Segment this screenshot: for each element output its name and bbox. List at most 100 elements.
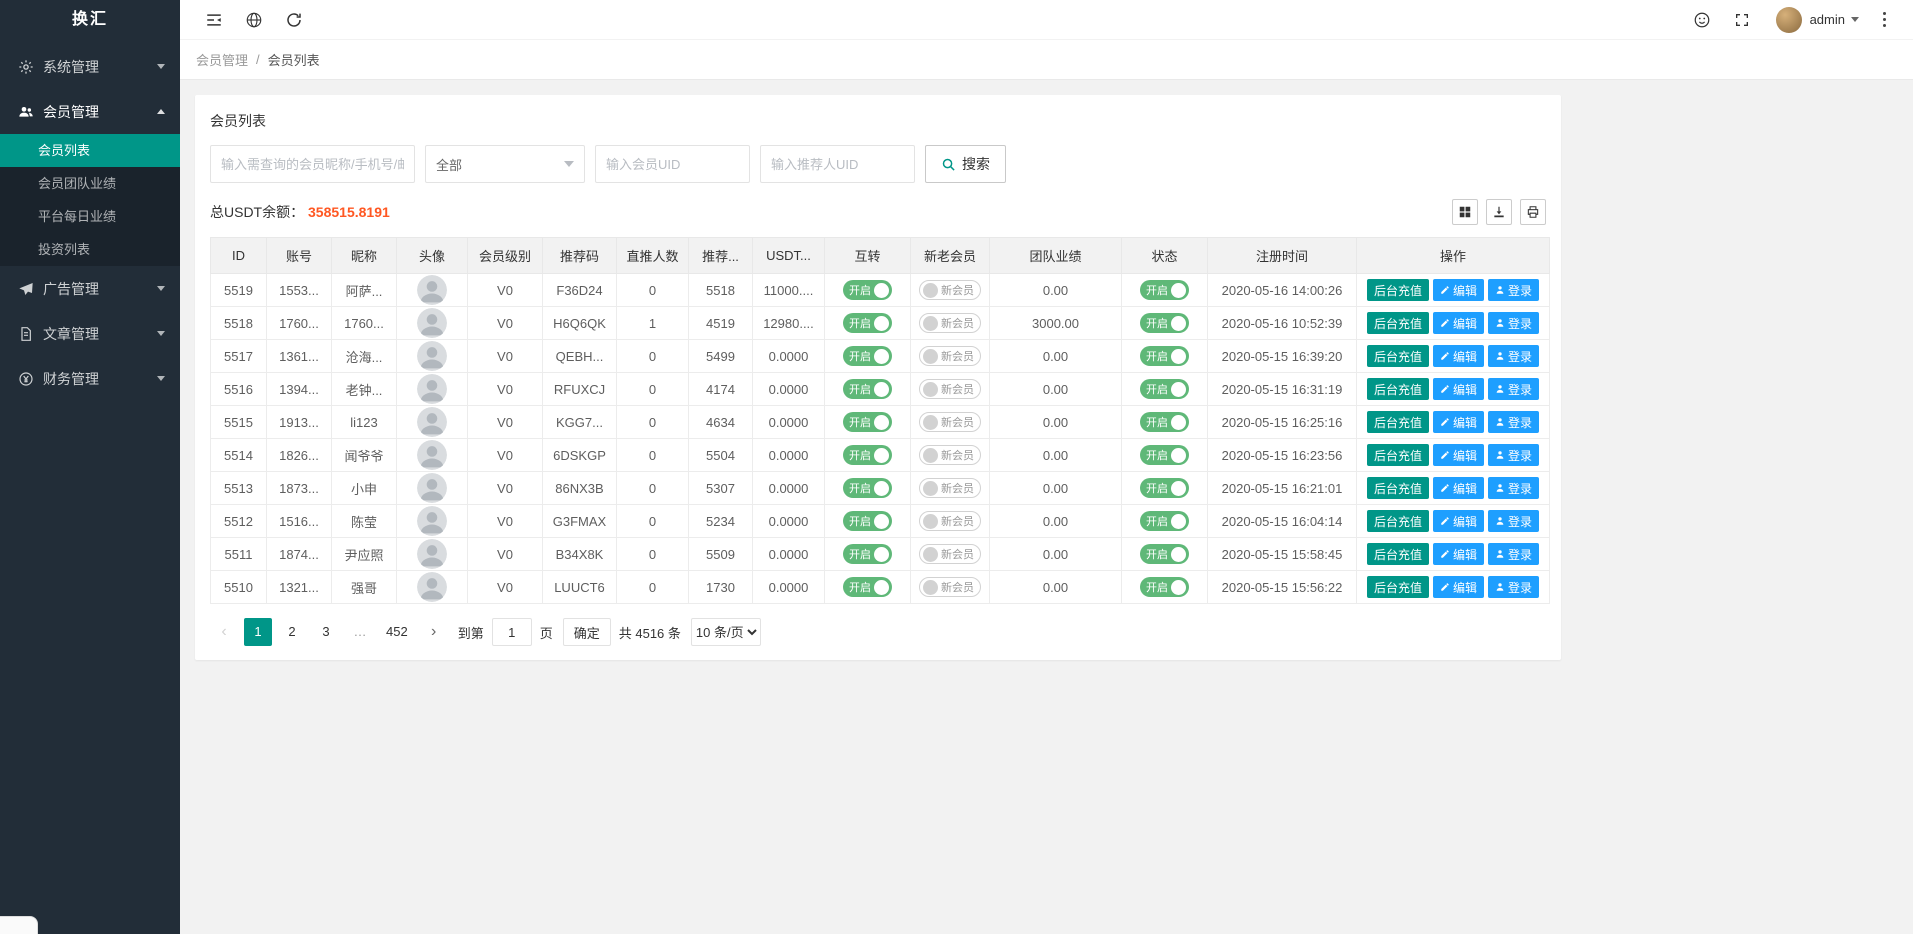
status-toggle[interactable]: 开启 [1140,313,1189,333]
sidebar-item-member[interactable]: 会员管理 [0,89,180,134]
recharge-button[interactable]: 后台充值 [1367,378,1429,400]
page-button-2[interactable]: 2 [278,618,306,646]
sidebar-item-system[interactable]: 系统管理 [0,44,180,89]
recharge-button[interactable]: 后台充值 [1367,543,1429,565]
recharge-button[interactable]: 后台充值 [1367,279,1429,301]
member-type-toggle[interactable]: 新会员 [919,346,981,366]
login-button[interactable]: 登录 [1488,345,1539,367]
sidebar-item-member-list[interactable]: 会员列表 [0,134,180,167]
next-page-button[interactable]: › [420,618,448,646]
member-type-toggle[interactable]: 新会员 [919,445,981,465]
login-button[interactable]: 登录 [1488,477,1539,499]
avatar[interactable] [1776,7,1802,33]
edit-button[interactable]: 编辑 [1433,576,1484,598]
status-toggle[interactable]: 开启 [843,412,892,432]
member-type-toggle[interactable]: 新会员 [919,544,981,564]
goto-page-input[interactable] [492,618,532,646]
member-type-toggle[interactable]: 新会员 [919,313,981,333]
login-button[interactable]: 登录 [1488,510,1539,532]
theme-icon[interactable] [1682,0,1722,40]
page-button-3[interactable]: 3 [312,618,340,646]
user-icon [1495,450,1505,460]
fullscreen-icon[interactable] [1722,0,1762,40]
edit-button[interactable]: 编辑 [1433,543,1484,565]
sidebar-item-daily-performance[interactable]: 平台每日业绩 [0,200,180,233]
edit-button[interactable]: 编辑 [1433,477,1484,499]
search-button[interactable]: 搜索 [925,145,1006,183]
globe-icon[interactable] [234,0,274,40]
columns-icon[interactable] [1452,199,1478,225]
recharge-button[interactable]: 后台充值 [1367,345,1429,367]
status-toggle[interactable]: 开启 [1140,544,1189,564]
keyword-input[interactable] [210,145,415,183]
page-button-452[interactable]: 452 [380,618,414,646]
member-uid-input[interactable] [595,145,750,183]
recharge-button[interactable]: 后台充值 [1367,477,1429,499]
status-toggle[interactable]: 开启 [843,544,892,564]
refresh-icon[interactable] [274,0,314,40]
status-toggle[interactable]: 开启 [843,379,892,399]
status-toggle[interactable]: 开启 [1140,577,1189,597]
status-toggle[interactable]: 开启 [1140,379,1189,399]
corner-widget[interactable] [0,916,38,934]
sidebar-item-finance[interactable]: 财务管理 [0,356,180,401]
sidebar-item-ads[interactable]: 广告管理 [0,266,180,311]
login-button[interactable]: 登录 [1488,411,1539,433]
status-toggle[interactable]: 开启 [843,577,892,597]
edit-button[interactable]: 编辑 [1433,411,1484,433]
status-toggle[interactable]: 开启 [1140,511,1189,531]
recharge-button[interactable]: 后台充值 [1367,510,1429,532]
status-toggle[interactable]: 开启 [1140,412,1189,432]
status-toggle[interactable]: 开启 [1140,445,1189,465]
member-type-toggle[interactable]: 新会员 [919,511,981,531]
print-icon[interactable] [1520,199,1546,225]
sidebar-item-investment-list[interactable]: 投资列表 [0,233,180,266]
login-button[interactable]: 登录 [1488,378,1539,400]
status-toggle[interactable]: 开启 [1140,478,1189,498]
sidebar-item-team-performance[interactable]: 会员团队业绩 [0,167,180,200]
member-type-toggle[interactable]: 新会员 [919,577,981,597]
sidebar-toggle-icon[interactable] [194,0,234,40]
status-toggle[interactable]: 开启 [843,445,892,465]
cell-direct-count: 0 [617,406,689,439]
prev-page-button[interactable]: ‹ [210,618,238,646]
login-button[interactable]: 登录 [1488,576,1539,598]
edit-button[interactable]: 编辑 [1433,510,1484,532]
status-toggle[interactable]: 开启 [1140,346,1189,366]
login-button[interactable]: 登录 [1488,279,1539,301]
status-toggle[interactable]: 开启 [1140,280,1189,300]
page-button-1[interactable]: 1 [244,618,272,646]
status-toggle[interactable]: 开启 [843,511,892,531]
admin-menu[interactable]: admin [1810,12,1859,27]
table-row: 55121516...陈莹V0G3FMAX052340.0000开启新会员0.0… [211,505,1550,538]
edit-button[interactable]: 编辑 [1433,378,1484,400]
table-row: 55101321...强哥V0LUUCT6017300.0000开启新会员0.0… [211,571,1550,604]
edit-button[interactable]: 编辑 [1433,444,1484,466]
member-type-toggle[interactable]: 新会员 [919,412,981,432]
referrer-uid-input[interactable] [760,145,915,183]
status-toggle[interactable]: 开启 [843,346,892,366]
edit-button[interactable]: 编辑 [1433,312,1484,334]
member-type-toggle[interactable]: 新会员 [919,478,981,498]
recharge-button[interactable]: 后台充值 [1367,576,1429,598]
login-button[interactable]: 登录 [1488,543,1539,565]
sidebar-item-articles[interactable]: 文章管理 [0,311,180,356]
login-button[interactable]: 登录 [1488,312,1539,334]
kebab-menu-icon[interactable] [1869,12,1899,27]
status-toggle[interactable]: 开启 [843,313,892,333]
edit-button[interactable]: 编辑 [1433,279,1484,301]
login-button[interactable]: 登录 [1488,444,1539,466]
status-toggle[interactable]: 开启 [843,478,892,498]
per-page-select[interactable]: 10 条/页 [691,618,761,646]
status-toggle[interactable]: 开启 [843,280,892,300]
recharge-button[interactable]: 后台充值 [1367,444,1429,466]
recharge-button[interactable]: 后台充值 [1367,312,1429,334]
breadcrumb-parent[interactable]: 会员管理 [196,50,248,69]
export-icon[interactable] [1486,199,1512,225]
member-type-toggle[interactable]: 新会员 [919,280,981,300]
member-type-toggle[interactable]: 新会员 [919,379,981,399]
confirm-button[interactable]: 确定 [563,618,611,646]
recharge-button[interactable]: 后台充值 [1367,411,1429,433]
type-select[interactable]: 全部 [425,145,585,183]
edit-button[interactable]: 编辑 [1433,345,1484,367]
